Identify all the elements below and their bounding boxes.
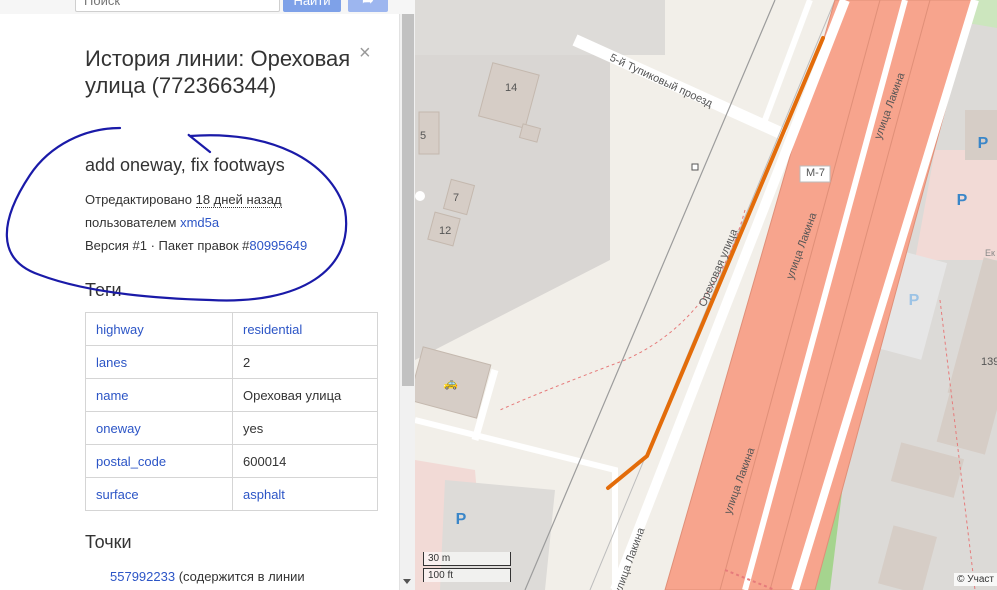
node-suffix: (содержится в линии — [175, 569, 305, 584]
tag-value: Ореховая улица — [232, 378, 378, 412]
tags-table: highway residential lanes 2 name Орехова… — [85, 312, 378, 511]
tag-value: 600014 — [232, 444, 378, 478]
scale-metric: 30 m — [423, 552, 511, 566]
author-prefix: пользователем — [85, 215, 177, 230]
author-line: пользователем xmd5a — [85, 215, 219, 230]
tag-value: 2 — [232, 345, 378, 379]
scroll-thumb[interactable] — [402, 14, 414, 386]
map-building — [415, 0, 665, 55]
changeset-link[interactable]: 80995649 — [249, 238, 307, 253]
shop-label: Ек — [985, 248, 995, 258]
scale-imperial: 100 ft — [423, 568, 511, 582]
house-number: 12 — [439, 225, 452, 237]
parking-icon: P — [977, 135, 989, 152]
tag-key[interactable]: highway — [85, 312, 233, 346]
edited-prefix: Отредактировано — [85, 192, 192, 207]
tag-key[interactable]: oneway — [85, 411, 233, 445]
house-number: 5 — [420, 130, 427, 142]
parking-icon: P — [908, 292, 920, 309]
changeset-comment: add oneway, fix footways — [85, 155, 285, 175]
map-attribution[interactable]: © Участ — [954, 573, 997, 586]
table-row: name Ореховая улица — [85, 378, 378, 412]
map-poi — [415, 191, 425, 201]
edited-time: 18 дней назад — [195, 192, 282, 208]
node-link[interactable]: 557992233 — [110, 569, 175, 584]
edited-line: Отредактировано 18 дней назад — [85, 192, 282, 208]
house-number: 14 — [505, 82, 518, 94]
tag-key[interactable]: lanes — [85, 345, 233, 379]
history-panel: История линии: Ореховая улица (772366344… — [66, 14, 399, 590]
table-row: surface asphalt — [85, 477, 378, 511]
directions-icon: ➦ — [362, 0, 374, 8]
version-prefix: Версия #1 · Пакет правок # — [85, 238, 250, 253]
tag-key[interactable]: surface — [85, 477, 233, 511]
parking-icon: P — [455, 511, 467, 528]
tag-key[interactable]: postal_code — [85, 444, 233, 478]
search-button[interactable]: Найти — [283, 0, 341, 12]
tag-value[interactable]: asphalt — [232, 477, 378, 511]
table-row: postal_code 600014 — [85, 444, 378, 478]
user-link[interactable]: xmd5a — [180, 215, 219, 230]
nodes-heading: Точки — [85, 532, 132, 552]
list-item: 557992233 (содержится в линии — [110, 569, 305, 584]
search-input[interactable] — [75, 0, 280, 12]
map-view[interactable]: 5-й Тупиковый проезд Ореховая улица улиц… — [415, 0, 997, 590]
table-row: highway residential — [85, 312, 378, 346]
directions-button[interactable]: ➦ — [348, 0, 388, 12]
house-number: 139 — [981, 356, 997, 368]
tag-value[interactable]: residential — [232, 312, 378, 346]
tag-value: yes — [232, 411, 378, 445]
house-number: 7 — [453, 192, 460, 204]
tag-key[interactable]: name — [85, 378, 233, 412]
scrollbar[interactable] — [399, 14, 415, 590]
version-line: Версия #1 · Пакет правок #80995649 — [85, 238, 307, 253]
map-node-marker — [691, 163, 699, 171]
search-bar: Найти ➦ — [0, 0, 415, 14]
table-row: lanes 2 — [85, 345, 378, 379]
close-icon[interactable]: × — [359, 42, 371, 65]
taxi-icon: 🚕 — [443, 376, 458, 390]
scroll-down-icon[interactable] — [403, 579, 411, 584]
page-title: История линии: Ореховая улица (772366344… — [85, 46, 351, 98]
table-row: oneway yes — [85, 411, 378, 445]
scale-bar: 30 m 100 ft — [423, 552, 513, 584]
parking-icon: P — [956, 192, 968, 209]
route-number: М-7 — [806, 167, 825, 179]
car-shop-icon — [940, 222, 954, 236]
tags-heading: Теги — [85, 280, 122, 300]
